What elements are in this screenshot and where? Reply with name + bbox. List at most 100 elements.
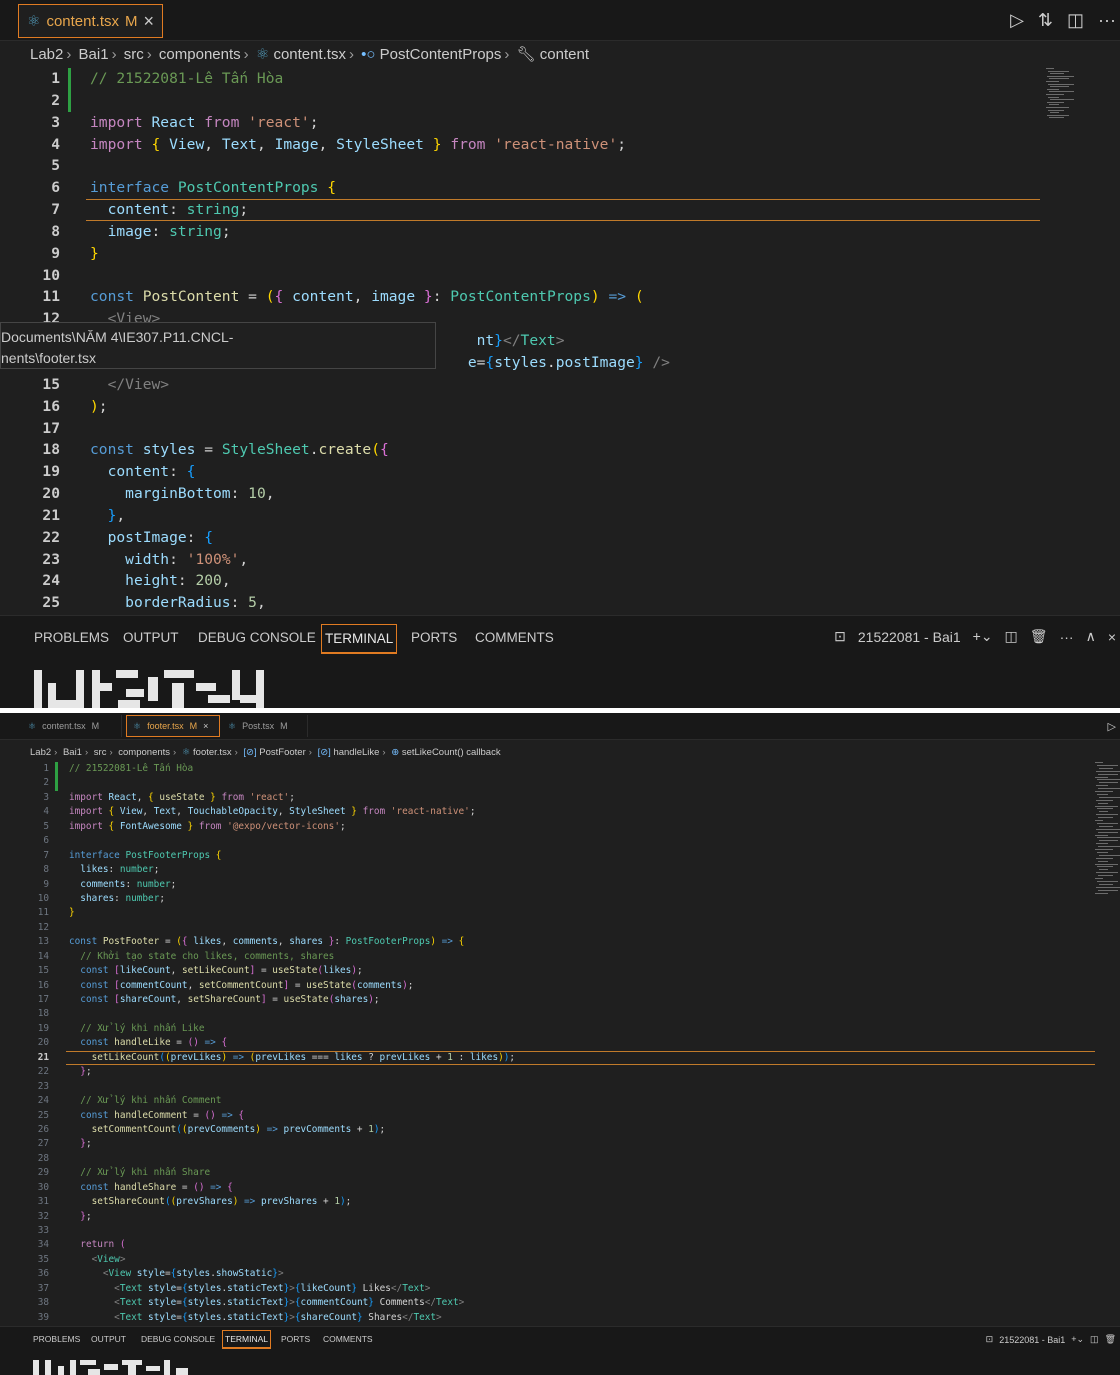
code-line[interactable]: 20 const handleLike = () => { — [0, 1036, 1120, 1050]
code-line[interactable]: 6 interface PostContentProps { — [0, 177, 1120, 199]
breadcrumb-item[interactable]: footer.tsx — [193, 747, 232, 758]
tab-debug-console[interactable]: DEBUG CONSOLE — [141, 1334, 215, 1344]
trash-icon[interactable]: 🗑︎ — [1105, 1334, 1116, 1345]
tab-output[interactable]: OUTPUT — [123, 630, 179, 645]
code-line[interactable]: 25 borderRadius: 5, — [0, 592, 1120, 614]
terminal-area[interactable] — [0, 659, 1120, 708]
code-line[interactable]: 39 <Text style={styles.staticText}>{shar… — [0, 1311, 1120, 1325]
code-line[interactable]: 9} — [0, 243, 1120, 265]
code-line[interactable]: 11 const PostContent = ({ content, image … — [0, 286, 1120, 308]
code-line[interactable]: 36 <View style={styles.showStatic}> — [0, 1267, 1120, 1281]
more-actions-icon[interactable]: ··· — [1060, 629, 1074, 645]
split-editor-icon[interactable]: ◫ — [1067, 10, 1084, 31]
code-line[interactable]: 6 — [0, 834, 1120, 848]
terminal-name[interactable]: 21522081 - Bai1 — [858, 629, 961, 645]
add-terminal-icon[interactable]: +⌄ — [973, 628, 993, 645]
code-line[interactable]: 7 content: string; — [0, 199, 1120, 221]
code-line[interactable]: 21 setLikeCount((prevLikes) => (prevLike… — [0, 1050, 1120, 1066]
breadcrumb-item[interactable]: Bai1 — [79, 46, 109, 63]
code-line[interactable]: 7 interface PostFooterProps { — [0, 849, 1120, 863]
breadcrumb-item[interactable]: components — [118, 747, 170, 758]
compare-changes-icon[interactable]: ⇅ — [1038, 10, 1053, 31]
terminal-area[interactable] — [0, 1352, 1120, 1375]
code-line[interactable]: 15 const [likeCount, setLikeCount] = use… — [0, 964, 1120, 978]
minimap[interactable] — [1046, 68, 1118, 128]
close-icon[interactable]: × — [144, 11, 155, 32]
code-line[interactable]: 20 marginBottom: 10, — [0, 483, 1120, 505]
code-line[interactable]: 17 — [0, 418, 1120, 440]
tab-debug-console[interactable]: DEBUG CONSOLE — [198, 630, 316, 645]
tab-post-tsx[interactable]: ⚛ Post.tsx M — [222, 715, 308, 737]
code-line[interactable]: 3 import React from 'react'; — [0, 112, 1120, 134]
tab-terminal[interactable]: TERMINAL — [222, 1330, 271, 1349]
breadcrumb-item[interactable]: content.tsx — [273, 46, 346, 63]
code-line[interactable]: 5 import { FontAwesome } from '@expo/vect… — [0, 820, 1120, 834]
code-line[interactable]: 23 — [0, 1080, 1120, 1094]
more-actions-icon[interactable]: ··· — [1098, 10, 1116, 31]
tab-terminal[interactable]: TERMINAL — [321, 624, 398, 654]
code-line[interactable]: 1 // 21522081-Lê Tấn Hòa — [0, 762, 1120, 776]
breadcrumb-item[interactable]: src — [94, 747, 107, 758]
tab-problems[interactable]: PROBLEMS — [33, 1334, 80, 1344]
code-line[interactable]: 24 height: 200, — [0, 570, 1120, 592]
breadcrumb-item[interactable]: PostContentProps — [380, 46, 502, 63]
tab-ports[interactable]: PORTS — [411, 630, 457, 645]
breadcrumb-item[interactable]: components — [159, 46, 241, 63]
code-line[interactable]: 30 const handleShare = () => { — [0, 1181, 1120, 1195]
breadcrumb-item[interactable]: content — [540, 46, 589, 63]
breadcrumb-item[interactable]: Bai1 — [63, 747, 82, 758]
code-line[interactable]: 14 // Khởi tạo state cho likes, comments… — [0, 950, 1120, 964]
breadcrumb-item[interactable]: handleLike — [333, 747, 379, 758]
breadcrumb-item[interactable]: Lab2 — [30, 46, 63, 63]
code-line[interactable]: 10 — [0, 265, 1120, 287]
code-line[interactable]: 19 content: { — [0, 461, 1120, 483]
code-line[interactable]: 24 // Xử lý khi nhấn Comment — [0, 1094, 1120, 1108]
code-line[interactable]: 8 likes: number; — [0, 863, 1120, 877]
tab-footer-tsx[interactable]: ⚛ footer.tsx M × — [126, 715, 220, 737]
minimap[interactable] — [1095, 762, 1120, 902]
code-line[interactable]: 32 }; — [0, 1210, 1120, 1224]
code-line[interactable]: 31 setShareCount((prevShares) => prevSha… — [0, 1195, 1120, 1209]
code-line[interactable]: 16 const [commentCount, setCommentCount]… — [0, 979, 1120, 993]
code-line[interactable]: 13 const PostFooter = ({ likes, comments,… — [0, 935, 1120, 949]
tab-problems[interactable]: PROBLEMS — [34, 630, 109, 645]
code-line[interactable]: 12 — [0, 921, 1120, 935]
code-line[interactable]: 19 // Xử lý khi nhấn Like — [0, 1022, 1120, 1036]
code-line[interactable]: 2 — [0, 90, 1120, 112]
code-line[interactable]: 2 — [0, 776, 1120, 790]
breadcrumb-item[interactable]: Lab2 — [30, 747, 51, 758]
code-line[interactable]: 5 — [0, 155, 1120, 177]
code-line[interactable]: 38 <Text style={styles.staticText}>{comm… — [0, 1296, 1120, 1310]
code-line[interactable]: 29 // Xử lý khi nhấn Share — [0, 1166, 1120, 1180]
code-line[interactable]: 25 const handleComment = () => { — [0, 1109, 1120, 1123]
tab-comments[interactable]: COMMENTS — [475, 630, 554, 645]
run-icon[interactable]: ▷ — [1010, 10, 1024, 31]
code-line[interactable]: 4 import { View, Text, TouchableOpacity, … — [0, 805, 1120, 819]
code-line[interactable]: 28 — [0, 1152, 1120, 1166]
code-line[interactable]: 1 // 21522081-Lê Tấn Hòa — [0, 68, 1120, 90]
code-line[interactable]: 4 import { View, Text, Image, StyleSheet … — [0, 134, 1120, 156]
close-icon[interactable]: × — [203, 721, 208, 731]
tab-output[interactable]: OUTPUT — [91, 1334, 126, 1344]
code-line[interactable]: 18 const styles = StyleSheet.create({ — [0, 439, 1120, 461]
code-line[interactable]: 16); — [0, 396, 1120, 418]
split-terminal-icon[interactable]: ◫ — [1005, 628, 1018, 645]
terminal-name[interactable]: 21522081 - Bai1 — [999, 1335, 1065, 1345]
tab-content-tsx[interactable]: ⚛ content.tsx M — [22, 715, 122, 737]
code-line[interactable]: 33 — [0, 1224, 1120, 1238]
code-line[interactable]: 11} — [0, 906, 1120, 920]
tab-ports[interactable]: PORTS — [281, 1334, 310, 1344]
split-terminal-icon[interactable]: ◫ — [1090, 1334, 1099, 1345]
code-line[interactable]: 27 }; — [0, 1137, 1120, 1151]
tab-content-tsx[interactable]: ⚛ content.tsx M × — [18, 4, 164, 38]
run-icon[interactable]: ▷ — [1108, 720, 1116, 733]
code-line[interactable]: 18 — [0, 1007, 1120, 1021]
code-line[interactable]: 15 </View> — [0, 374, 1120, 396]
code-line[interactable]: 21 }, — [0, 505, 1120, 527]
code-line[interactable]: 3 import React, { useState } from 'react'… — [0, 791, 1120, 805]
code-line[interactable]: 37 <Text style={styles.staticText}>{like… — [0, 1282, 1120, 1296]
code-line[interactable]: 34 return ( — [0, 1238, 1120, 1252]
code-editor[interactable]: 1// 21522081-Lê Tấn Hòa 2 3 import React, {… — [0, 762, 1120, 1325]
breadcrumb-item[interactable]: setLikeCount() callback — [402, 747, 501, 758]
breadcrumb-item[interactable]: PostFooter — [259, 747, 305, 758]
